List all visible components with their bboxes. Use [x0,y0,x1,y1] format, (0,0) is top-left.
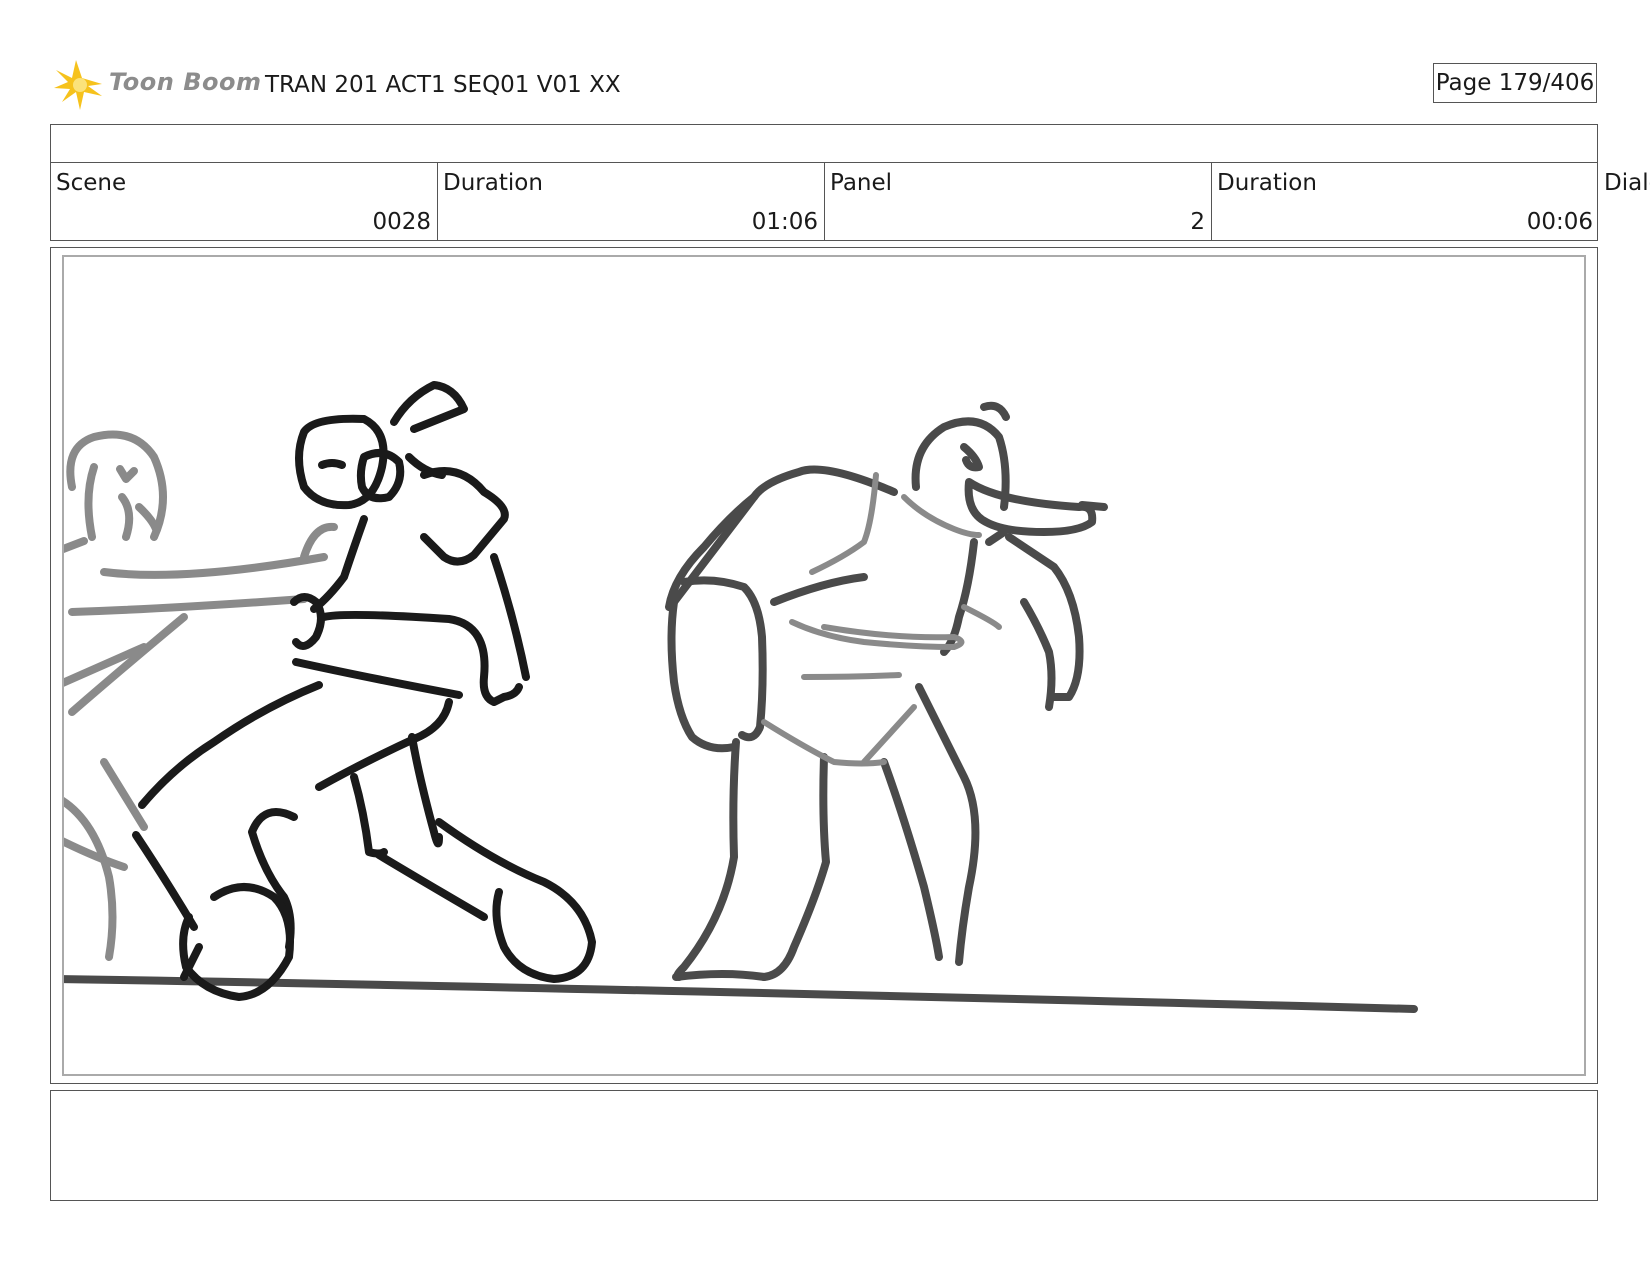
scene-duration-cell: Duration 01:06 [438,163,825,240]
logo-wordmark: Toon Boom [109,68,262,96]
dialog-label: Dialo [1604,170,1650,196]
project-title: TRAN 201 ACT1 SEQ01 V01 XX [265,72,621,98]
scene-value: 0028 [372,209,431,235]
scene-label: Scene [56,170,127,196]
panel-duration-cell: Duration 00:06 [1212,163,1599,240]
top-bar [50,124,1598,163]
right-character-sketch [665,401,1108,981]
burst-icon [54,60,102,110]
notes-box [50,1090,1598,1201]
panel-duration-value: 00:06 [1526,209,1593,235]
panel-value: 2 [1190,209,1205,235]
page-number: Page 179/406 [1435,70,1595,96]
info-row: Scene 0028 Duration 01:06 Panel 2 Durati… [50,163,1598,241]
page-number-box: Page 179/406 [1433,63,1597,103]
toon-boom-logo: Toon Boom [54,56,261,116]
scene-duration-value: 01:06 [751,209,818,235]
panel-frame [50,247,1598,1084]
scene-duration-label: Duration [443,170,543,196]
panel-cell: Panel 2 [825,163,1212,240]
right-character-construction [761,472,1002,767]
middle-character-sketch [132,381,596,1001]
panel-image [62,255,1586,1076]
panel-duration-label: Duration [1217,170,1317,196]
page-header: Toon Boom TRAN 201 ACT1 SEQ01 V01 XX Pag… [54,56,1599,116]
scene-cell: Scene 0028 [51,163,438,240]
panel-label: Panel [830,170,893,196]
storyboard-sketch [64,381,1418,1013]
